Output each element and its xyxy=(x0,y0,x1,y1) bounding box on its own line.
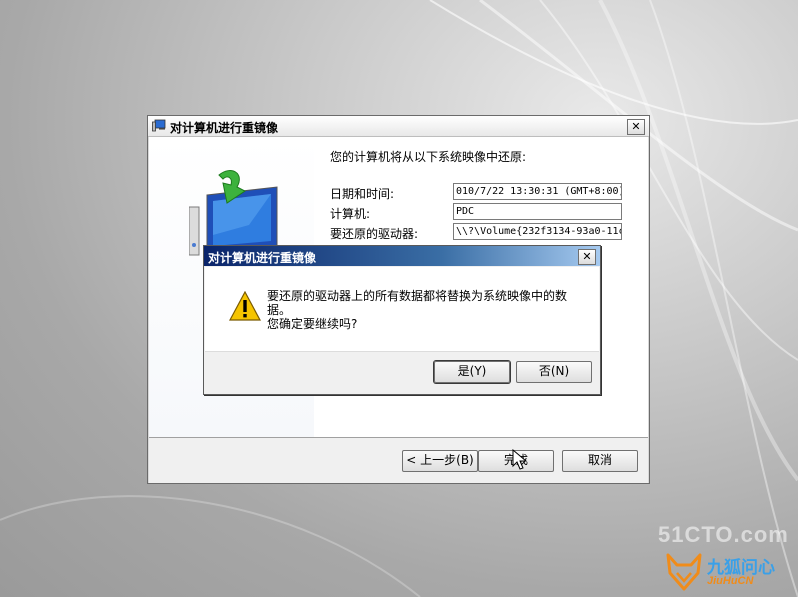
wizard-titlebar[interactable]: 对计算机进行重镜像 ✕ xyxy=(148,116,649,137)
mouse-pointer-icon xyxy=(512,449,528,470)
warning-icon xyxy=(229,291,261,321)
restore-heading: 您的计算机将从以下系统映像中还原: xyxy=(330,150,527,164)
date-time-field[interactable]: 010/7/22 13:30:31 (GMT+8:00) xyxy=(453,183,622,200)
wizard-button-bar: < 上一步(B) 完成 取消 xyxy=(149,437,648,483)
dialog-title: 对计算机进行重镜像 xyxy=(208,251,317,265)
computer-label: 计算机: xyxy=(330,207,371,221)
dialog-titlebar[interactable]: 对计算机进行重镜像 ✕ xyxy=(204,246,600,266)
fox-logo-icon xyxy=(666,553,702,591)
wizard-title: 对计算机进行重镜像 xyxy=(170,121,279,135)
wizard-close-button[interactable]: ✕ xyxy=(627,119,645,135)
dialog-body: 要还原的驱动器上的所有数据都将替换为系统映像中的数 据。 您确定要继续吗? xyxy=(205,267,599,351)
watermark-jiuhu: 九狐问心 JiuHuCN xyxy=(661,549,794,593)
dialog-close-button[interactable]: ✕ xyxy=(578,249,596,265)
dialog-message-line3: 您确定要继续吗? xyxy=(267,317,358,331)
drive-label: 要还原的驱动器: xyxy=(330,227,419,241)
drive-field[interactable]: \\?\Volume{232f3134-93a0-11c xyxy=(453,223,622,240)
dialog-message: 要还原的驱动器上的所有数据都将替换为系统映像中的数 据。 您确定要继续吗? xyxy=(267,289,577,331)
computer-field[interactable]: PDC xyxy=(453,203,622,220)
watermark-51cto: 51CTO.com xyxy=(658,522,789,547)
yes-button[interactable]: 是(Y) xyxy=(434,361,510,383)
dialog-message-line1: 要还原的驱动器上的所有数据都将替换为系统映像中的数 xyxy=(267,289,568,303)
no-button[interactable]: 否(N) xyxy=(516,361,592,383)
confirm-dialog: 对计算机进行重镜像 ✕ 要还原的驱动器上的所有数据都将替换为系统映像中的数 据。… xyxy=(203,245,601,395)
dialog-button-bar: 是(Y) 否(N) xyxy=(205,351,599,394)
dialog-message-line2: 据。 xyxy=(267,303,292,317)
cancel-button[interactable]: 取消 xyxy=(562,450,638,472)
back-button[interactable]: < 上一步(B) xyxy=(402,450,478,472)
watermark-jiuhu-en: JiuHuCN xyxy=(707,575,754,587)
date-time-label: 日期和时间: xyxy=(330,187,395,201)
computer-icon xyxy=(152,119,166,132)
